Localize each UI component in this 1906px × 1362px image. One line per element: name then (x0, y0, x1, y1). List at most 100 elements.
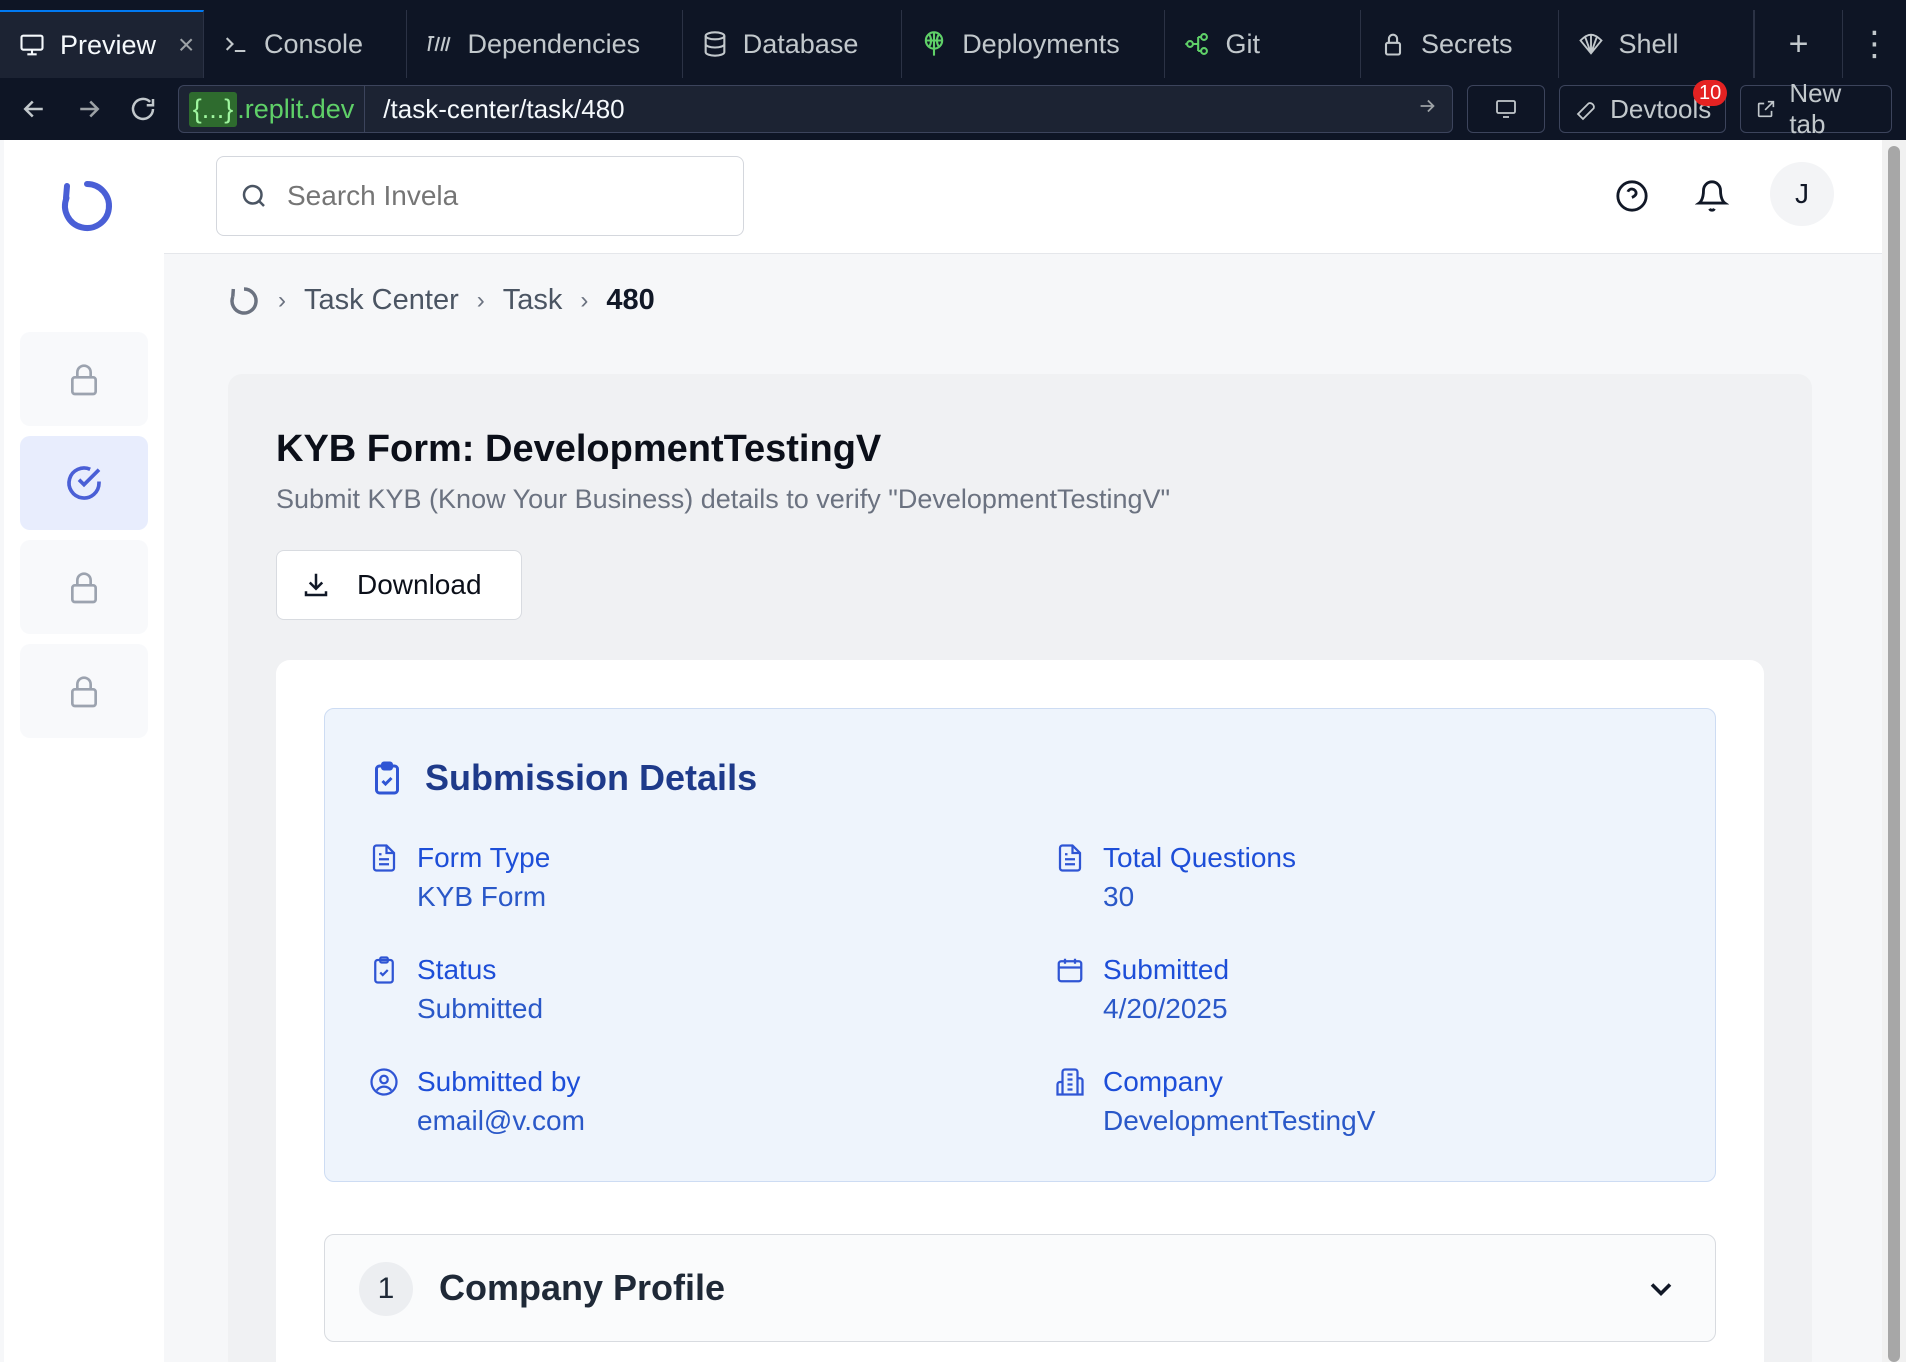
wrench-icon (1576, 102, 1595, 121)
field-value: email@v.com (417, 1105, 585, 1136)
lock-icon (1379, 30, 1407, 58)
page-title: KYB Form: DevelopmentTestingV (276, 428, 882, 470)
breadcrumb-task-center[interactable]: Task Center (304, 284, 459, 317)
breadcrumb: › Task Center › Task › 480 (228, 284, 655, 317)
field-submitted-date: Submitted 4/20/2025 (1055, 951, 1229, 1029)
url-host-brace: {...} (188, 91, 238, 127)
tab-secrets[interactable]: Secrets (1361, 10, 1559, 78)
search-box[interactable] (216, 156, 744, 236)
invela-logo[interactable] (59, 178, 115, 234)
git-icon (1183, 30, 1211, 58)
lock-icon (71, 572, 97, 604)
preview-address-bar: {...} .replit.dev /task-center/task/480 D… (0, 78, 1906, 140)
field-value: Submitted (417, 993, 544, 1024)
device-toggle-button[interactable] (1466, 85, 1546, 133)
sidebar-item-locked-3[interactable] (20, 644, 148, 738)
dependencies-icon (425, 30, 453, 58)
clipboard-check-icon (375, 761, 399, 795)
task-card: KYB Form: DevelopmentTestingV Submit KYB… (228, 374, 1812, 1362)
more-options-icon[interactable]: ⋮ (1842, 10, 1906, 78)
tab-preview-label: Preview (60, 29, 157, 60)
section-number: 1 (359, 1262, 413, 1316)
forward-icon[interactable] (69, 88, 110, 130)
document-icon (369, 839, 399, 917)
calendar-icon (1055, 951, 1085, 1029)
tab-shell[interactable]: Shell (1559, 10, 1755, 78)
tab-git[interactable]: Git (1165, 10, 1361, 78)
search-icon (242, 184, 265, 207)
tab-database-label: Database (742, 28, 859, 59)
field-label: Status (417, 954, 497, 985)
go-arrow-icon[interactable] (1416, 95, 1452, 124)
app-viewport: J › Task Center › Task › 480 KYB Form: D… (4, 140, 1882, 1362)
back-icon[interactable] (14, 88, 55, 130)
chevron-right-icon: › (476, 286, 485, 314)
tab-deployments-label: Deployments (962, 28, 1120, 59)
new-tab-button[interactable]: New tab (1740, 78, 1892, 139)
tab-preview[interactable]: Preview × (0, 10, 204, 78)
lock-icon (71, 676, 97, 708)
chevron-right-icon: › (580, 286, 589, 314)
url-host: {...} .replit.dev (179, 86, 366, 132)
user-circle-icon (369, 1063, 399, 1141)
download-button[interactable]: Download (276, 550, 522, 620)
download-label: Download (357, 569, 482, 600)
field-label: Submitted (1103, 954, 1230, 985)
avatar[interactable]: J (1770, 162, 1834, 226)
field-label: Submitted by (417, 1066, 581, 1097)
field-label: Total Questions (1103, 842, 1296, 873)
sidebar-item-locked-2[interactable] (20, 540, 148, 634)
monitor-icon (1496, 100, 1516, 118)
breadcrumb-task[interactable]: Task (503, 284, 563, 317)
field-value: KYB Form (417, 881, 547, 912)
page-scrollbar[interactable] (1882, 140, 1906, 1362)
url-path[interactable]: /task-center/task/480 (365, 94, 1416, 125)
monitor-icon (18, 31, 46, 59)
main-content: › Task Center › Task › 480 KYB Form: Dev… (164, 254, 1882, 1362)
bell-icon[interactable] (1682, 166, 1742, 226)
field-form-type: Form Type KYB Form (369, 839, 550, 917)
tab-console[interactable]: Console (204, 10, 408, 78)
tab-deployments[interactable]: Deployments (902, 10, 1166, 78)
reload-icon[interactable] (123, 88, 164, 130)
tab-dependencies-label: Dependencies (467, 28, 641, 59)
url-bar[interactable]: {...} .replit.dev /task-center/task/480 (177, 85, 1453, 133)
page-subtitle: Submit KYB (Know Your Business) details … (276, 484, 1171, 514)
field-value: DevelopmentTestingV (1103, 1105, 1376, 1136)
shell-icon (1577, 30, 1605, 58)
close-icon[interactable]: × (178, 29, 194, 61)
scrollbar-thumb[interactable] (1888, 146, 1900, 1362)
field-value: 30 (1103, 881, 1135, 912)
devtools-badge: 10 (1693, 80, 1728, 106)
sidebar-item-tasks[interactable] (20, 436, 148, 530)
download-icon (304, 573, 328, 597)
check-circle-icon (67, 466, 101, 500)
add-tab-button[interactable]: + (1754, 10, 1842, 78)
left-sidebar (4, 140, 164, 1362)
search-input[interactable] (287, 180, 707, 212)
field-status: Status Submitted (369, 951, 543, 1029)
external-link-icon (1758, 100, 1775, 118)
breadcrumb-current: 480 (606, 284, 655, 316)
sidebar-item-locked-1[interactable] (20, 332, 148, 426)
tab-git-label: Git (1225, 28, 1260, 59)
database-icon (701, 30, 729, 58)
section-company-profile[interactable]: 1 Company Profile (324, 1234, 1716, 1342)
home-icon[interactable] (228, 285, 260, 317)
clipboard-check-icon (369, 951, 399, 1029)
building-icon (1055, 1063, 1085, 1141)
devtools-button[interactable]: Devtools 10 (1559, 80, 1728, 133)
tab-database[interactable]: Database (683, 10, 903, 78)
field-value: 4/20/2025 (1103, 993, 1228, 1024)
field-submitted-by: Submitted by email@v.com (369, 1063, 585, 1141)
tab-dependencies[interactable]: Dependencies (407, 10, 683, 78)
url-host-domain: .replit.dev (237, 93, 355, 124)
tab-secrets-label: Secrets (1421, 28, 1513, 59)
tab-console-label: Console (264, 28, 364, 59)
chevron-down-icon[interactable] (1643, 1271, 1679, 1307)
section-title: Company Profile (439, 1267, 726, 1308)
field-company: Company DevelopmentTestingV (1055, 1063, 1375, 1141)
chevron-right-icon: › (278, 286, 286, 314)
help-icon[interactable] (1602, 166, 1662, 226)
form-content: Submission Details Form Type KYB Form Tot… (276, 660, 1764, 1362)
